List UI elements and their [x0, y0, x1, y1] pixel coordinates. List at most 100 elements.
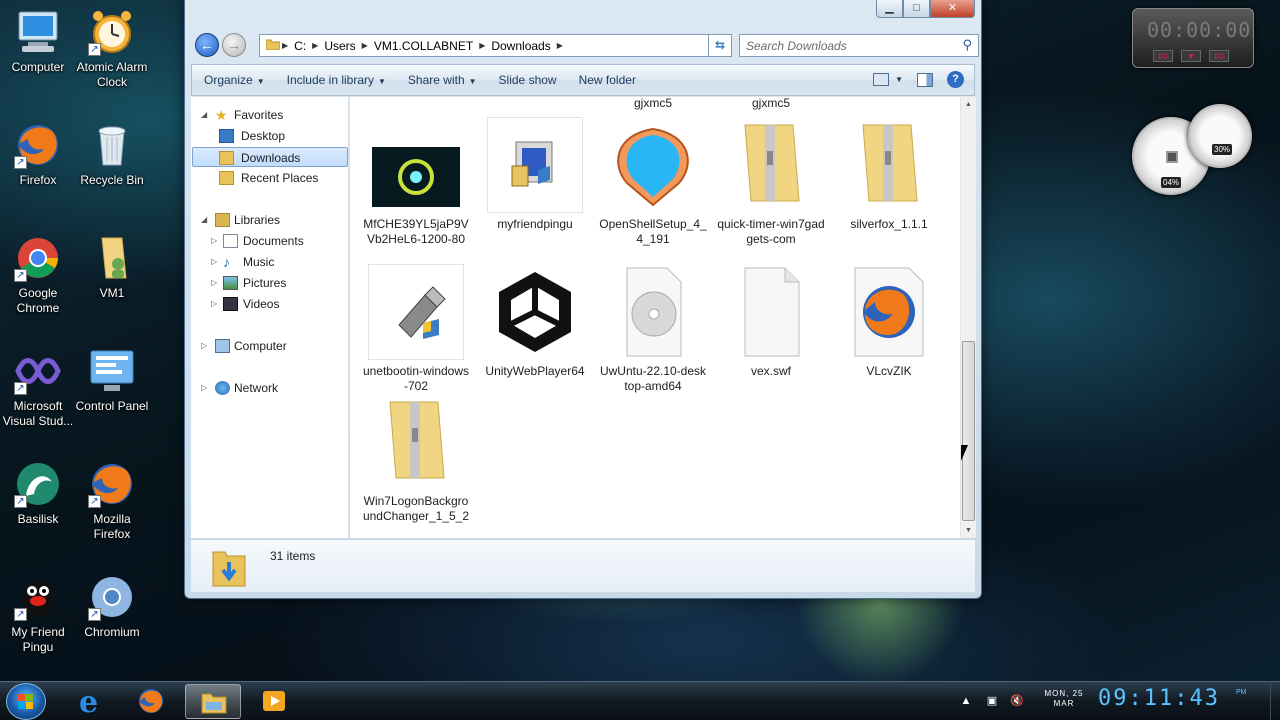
breadcrumb-c[interactable]: C:	[288, 39, 312, 53]
file-item[interactable]: MfCHE39YL5jaP9VVb2HeL6-1200-80	[362, 117, 470, 247]
forward-button[interactable]: →	[222, 33, 246, 57]
file-item[interactable]: silverfox_1.1.1	[835, 117, 943, 232]
scroll-down-icon[interactable]: ▼	[961, 523, 976, 538]
memory-meter-gadget[interactable]: 30%	[1188, 104, 1252, 168]
file-item[interactable]: Win7LogonBackgroundChanger_1_5_2	[362, 394, 470, 524]
organize-button[interactable]: Organize ▼	[192, 73, 276, 87]
desktop-icon-recycle-bin[interactable]: Recycle Bin	[74, 121, 150, 188]
timer-reset-button[interactable]: 00	[1153, 50, 1173, 62]
network-status-icon[interactable]: ▣	[985, 694, 999, 708]
breadcrumb-users[interactable]: Users	[318, 39, 361, 53]
file-list[interactable]: gjxmc5 gjxmc5 MfCHE39YL5jaP9VVb2HeL6-120…	[350, 97, 960, 538]
volume-muted-icon[interactable]: 🔇	[1010, 694, 1024, 708]
timer-set-button[interactable]: 00	[1209, 50, 1229, 62]
desktop-icon-control-panel[interactable]: Control Panel	[74, 347, 150, 414]
zip-folder-icon	[841, 117, 937, 213]
desktop-icon-chromium[interactable]: ↗ Chromium	[74, 573, 150, 640]
desktop-icon-label: Microsoft Visual Stud...	[2, 399, 74, 428]
taskbar-internet-explorer[interactable]: e	[62, 684, 118, 720]
address-bar[interactable]: ▶ C: ▶ Users ▶ VM1.COLLABNET ▶ Downloads…	[259, 34, 721, 57]
file-item[interactable]: OpenShellSetup_4_4_191	[599, 117, 707, 247]
nav-documents[interactable]: ▷ Documents	[211, 231, 341, 251]
show-desktop-button[interactable]	[1270, 682, 1280, 720]
breadcrumb-downloads[interactable]: Downloads	[485, 39, 556, 53]
preview-pane-icon[interactable]	[917, 72, 933, 87]
nav-libraries-label: Libraries	[234, 213, 281, 227]
desktop-icon-my-friend-pingu[interactable]: ↗ My Friend Pingu	[0, 573, 76, 655]
file-name: silverfox_1.1.1	[850, 217, 928, 231]
clock-time[interactable]: 09:11:43	[1098, 686, 1220, 711]
nav-network[interactable]: ▷ Network	[201, 378, 341, 398]
change-view-button[interactable]: ▼	[873, 73, 903, 86]
chrome-icon: ↗	[14, 234, 62, 282]
nav-favorites[interactable]: ◢ ★ Favorites	[201, 105, 341, 125]
maximize-button[interactable]: □	[903, 0, 930, 18]
file-item[interactable]: unetbootin-windows-702	[362, 264, 470, 394]
control-panel-icon	[88, 347, 136, 395]
timer-dropdown-button[interactable]: ▼	[1181, 50, 1201, 62]
taskbar-media-player[interactable]	[246, 684, 302, 719]
help-icon[interactable]: ?	[947, 71, 964, 88]
minimize-button[interactable]: ▁	[876, 0, 903, 18]
share-with-button[interactable]: Share with ▼	[397, 73, 488, 87]
file-item[interactable]: VLcvZIK	[835, 264, 943, 379]
file-item[interactable]: vex.swf	[717, 264, 825, 379]
firefox-file-icon	[841, 264, 937, 360]
desktop-icon-atomic-alarm-clock[interactable]: ↗ Atomic Alarm Clock	[74, 8, 150, 90]
nav-recent-places[interactable]: Recent Places	[219, 168, 339, 188]
recycle-bin-icon	[88, 121, 136, 169]
start-button[interactable]	[6, 683, 46, 720]
slide-show-button[interactable]: Slide show	[488, 73, 568, 87]
expanded-triangle-icon[interactable]: ◢	[201, 210, 207, 230]
collapsed-triangle-icon[interactable]: ▷	[211, 252, 217, 272]
include-in-library-button[interactable]: Include in library ▼	[276, 73, 397, 87]
details-pane: 31 items	[191, 539, 975, 592]
penguin-icon: ↗	[14, 573, 62, 621]
timer-gadget[interactable]: 00:00:00 00 ▼ 00	[1132, 8, 1254, 68]
desktop-icon-visual-studio[interactable]: ↗ Microsoft Visual Stud...	[0, 347, 76, 429]
file-item[interactable]: UwUntu-22.10-desktop-amd64	[599, 264, 707, 394]
desktop-icon-vm1[interactable]: VM1	[74, 234, 150, 301]
vertical-scrollbar[interactable]: ▲ ▼	[960, 97, 976, 538]
collapsed-triangle-icon[interactable]: ▷	[201, 336, 207, 356]
refresh-button[interactable]: ⇆	[708, 34, 732, 57]
collapsed-triangle-icon[interactable]: ▷	[211, 294, 217, 314]
explorer-window[interactable]: ▁ □ ✕ ← → ▶ C: ▶ Users ▶ VM1.COLLABNET ▶…	[184, 0, 982, 599]
desktop-icon-firefox[interactable]: ↗ Firefox	[0, 121, 76, 188]
nav-music[interactable]: ▷ ♪ Music	[211, 252, 341, 272]
file-item[interactable]: myfriendpingu	[481, 117, 589, 232]
nav-computer[interactable]: ▷ Computer	[201, 336, 341, 356]
nav-videos[interactable]: ▷ Videos	[211, 294, 341, 314]
collapsed-triangle-icon[interactable]: ▷	[211, 273, 217, 293]
search-input[interactable]: Search Downloads ⚲	[739, 34, 979, 57]
show-hidden-icons-button[interactable]: ▲	[959, 694, 973, 708]
taskbar-windows-explorer[interactable]	[185, 684, 241, 719]
nav-downloads[interactable]: Downloads	[192, 147, 348, 167]
taskbar-firefox[interactable]	[123, 684, 179, 719]
desktop-icon-label: Mozilla Firefox	[93, 512, 131, 541]
windows-logo-icon	[18, 694, 33, 709]
close-button[interactable]: ✕	[930, 0, 975, 18]
desktop-icon-google-chrome[interactable]: ↗ Google Chrome	[0, 234, 76, 316]
file-item[interactable]: UnityWebPlayer64	[481, 264, 589, 379]
file-name: myfriendpingu	[497, 217, 573, 231]
breadcrumb-vm1[interactable]: VM1.COLLABNET	[368, 39, 479, 53]
expanded-triangle-icon[interactable]: ◢	[201, 105, 207, 125]
new-folder-button[interactable]: New folder	[568, 73, 647, 87]
scrollbar-thumb[interactable]	[962, 341, 975, 521]
file-item[interactable]: quick-timer-win7gadgets-com	[717, 117, 825, 247]
clock-date[interactable]: MON, 25 MAR	[1040, 689, 1088, 709]
nav-libraries[interactable]: ◢ Libraries	[201, 210, 341, 230]
back-button[interactable]: ←	[195, 33, 219, 57]
collapsed-triangle-icon[interactable]: ▷	[211, 231, 217, 251]
desktop-icon-basilisk[interactable]: ↗ Basilisk	[0, 460, 76, 527]
desktop-icon-mozilla-firefox[interactable]: ↗ Mozilla Firefox	[74, 460, 150, 542]
collapsed-triangle-icon[interactable]: ▷	[201, 378, 207, 398]
scroll-up-icon[interactable]: ▲	[961, 97, 976, 112]
chevron-right-icon[interactable]: ▶	[557, 41, 563, 50]
nav-pictures[interactable]: ▷ Pictures	[211, 273, 341, 293]
computer-icon	[14, 8, 62, 56]
search-icon[interactable]: ⚲	[962, 37, 972, 53]
desktop-icon-computer[interactable]: Computer	[0, 8, 76, 75]
nav-desktop[interactable]: Desktop	[219, 126, 339, 146]
